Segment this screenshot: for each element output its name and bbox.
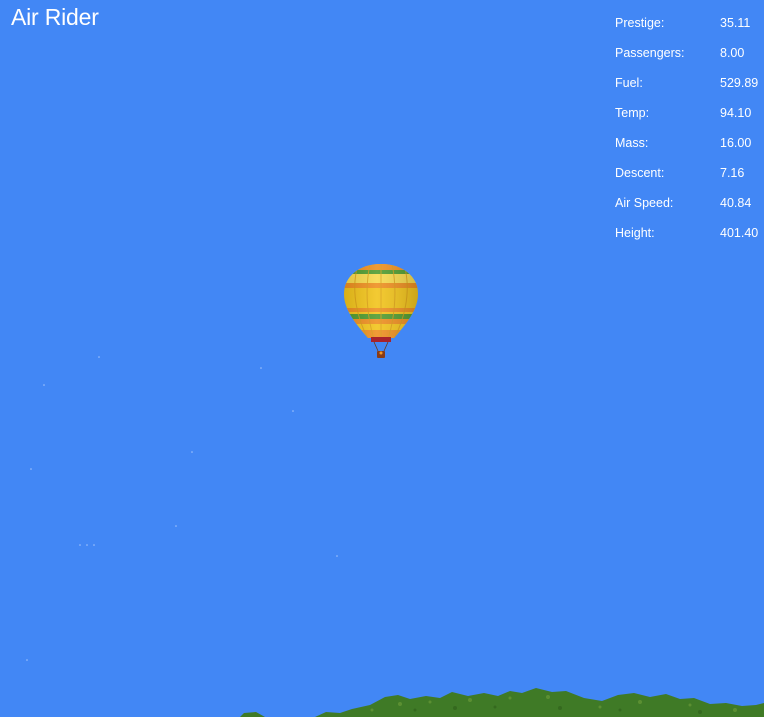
stat-temp: Temp: 94.10 xyxy=(615,104,764,134)
stat-label: Height: xyxy=(615,226,655,240)
stat-passengers: Passengers: 8.00 xyxy=(615,44,764,74)
stat-label: Mass: xyxy=(615,136,649,150)
ground-terrain xyxy=(240,688,764,717)
stat-label: Fuel: xyxy=(615,76,643,90)
stat-label: Temp: xyxy=(615,106,650,120)
game-title: Air Rider xyxy=(11,4,99,30)
stat-mass: Mass: 16.00 xyxy=(615,134,764,164)
stat-fuel: Fuel: 529.89 xyxy=(615,74,764,104)
stat-label: Air Speed: xyxy=(615,196,674,210)
stat-value: 401.40 xyxy=(720,226,759,240)
stat-value: 94.10 xyxy=(720,106,752,120)
stat-prestige: Prestige: 35.11 xyxy=(615,14,764,44)
stat-height: Height: 401.40 xyxy=(615,224,764,254)
hot-air-balloon[interactable] xyxy=(340,262,422,364)
stat-value: 35.11 xyxy=(720,16,751,30)
game-canvas[interactable]: Air Rider Prestige: 35.11 Passengers: 8.… xyxy=(0,0,764,717)
stat-label: Passengers: xyxy=(615,46,685,60)
stats-panel: Prestige: 35.11 Passengers: 8.00 Fuel: 5… xyxy=(615,14,764,254)
stat-value: 529.89 xyxy=(720,76,759,90)
stat-air-speed: Air Speed: 40.84 xyxy=(615,194,764,224)
stat-value: 7.16 xyxy=(720,166,745,180)
stat-label: Descent: xyxy=(615,166,665,180)
stat-value: 40.84 xyxy=(720,196,752,210)
stat-value: 8.00 xyxy=(720,46,745,60)
stat-descent: Descent: 7.16 xyxy=(615,164,764,194)
stat-value: 16.00 xyxy=(720,136,752,150)
stat-label: Prestige: xyxy=(615,16,665,30)
